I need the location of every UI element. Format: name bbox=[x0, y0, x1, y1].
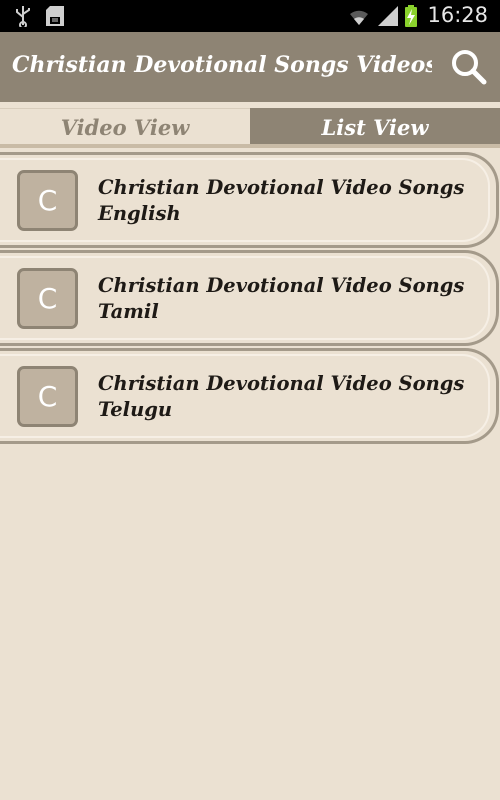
list-item-title: Christian Devotional Video Songs Telugu bbox=[98, 372, 465, 421]
wifi-icon bbox=[350, 10, 368, 25]
list-item[interactable]: C Christian Devotional Video Songs Telug… bbox=[0, 348, 500, 446]
sd-card-icon bbox=[46, 6, 64, 26]
thumbnail: C bbox=[17, 366, 78, 427]
tab-list-view[interactable]: List View bbox=[250, 108, 500, 146]
app-title: Christian Devotional Songs Videos... bbox=[12, 52, 432, 78]
status-time: 16:28 bbox=[427, 3, 488, 27]
search-button[interactable] bbox=[448, 46, 490, 88]
tab-video-view[interactable]: Video View bbox=[0, 108, 250, 146]
list-item-title: Christian Devotional Video Songs English bbox=[98, 176, 465, 225]
list-item[interactable]: C Christian Devotional Video Songs Engli… bbox=[0, 152, 500, 250]
tab-divider bbox=[0, 144, 500, 148]
battery-charging-icon bbox=[405, 5, 417, 27]
status-bar: 16:28 bbox=[0, 0, 500, 32]
search-icon bbox=[452, 50, 487, 85]
list-item-title: Christian Devotional Video Songs Tamil bbox=[98, 274, 465, 323]
action-bar: Christian Devotional Songs Videos... bbox=[0, 32, 500, 102]
thumbnail: C bbox=[17, 268, 78, 329]
tab-bar: Video View List View bbox=[0, 102, 500, 150]
video-list: C Christian Devotional Video Songs Engli… bbox=[0, 152, 500, 446]
thumbnail: C bbox=[17, 170, 78, 231]
usb-icon bbox=[16, 6, 30, 27]
signal-icon bbox=[378, 6, 398, 26]
list-item[interactable]: C Christian Devotional Video Songs Tamil bbox=[0, 250, 500, 348]
